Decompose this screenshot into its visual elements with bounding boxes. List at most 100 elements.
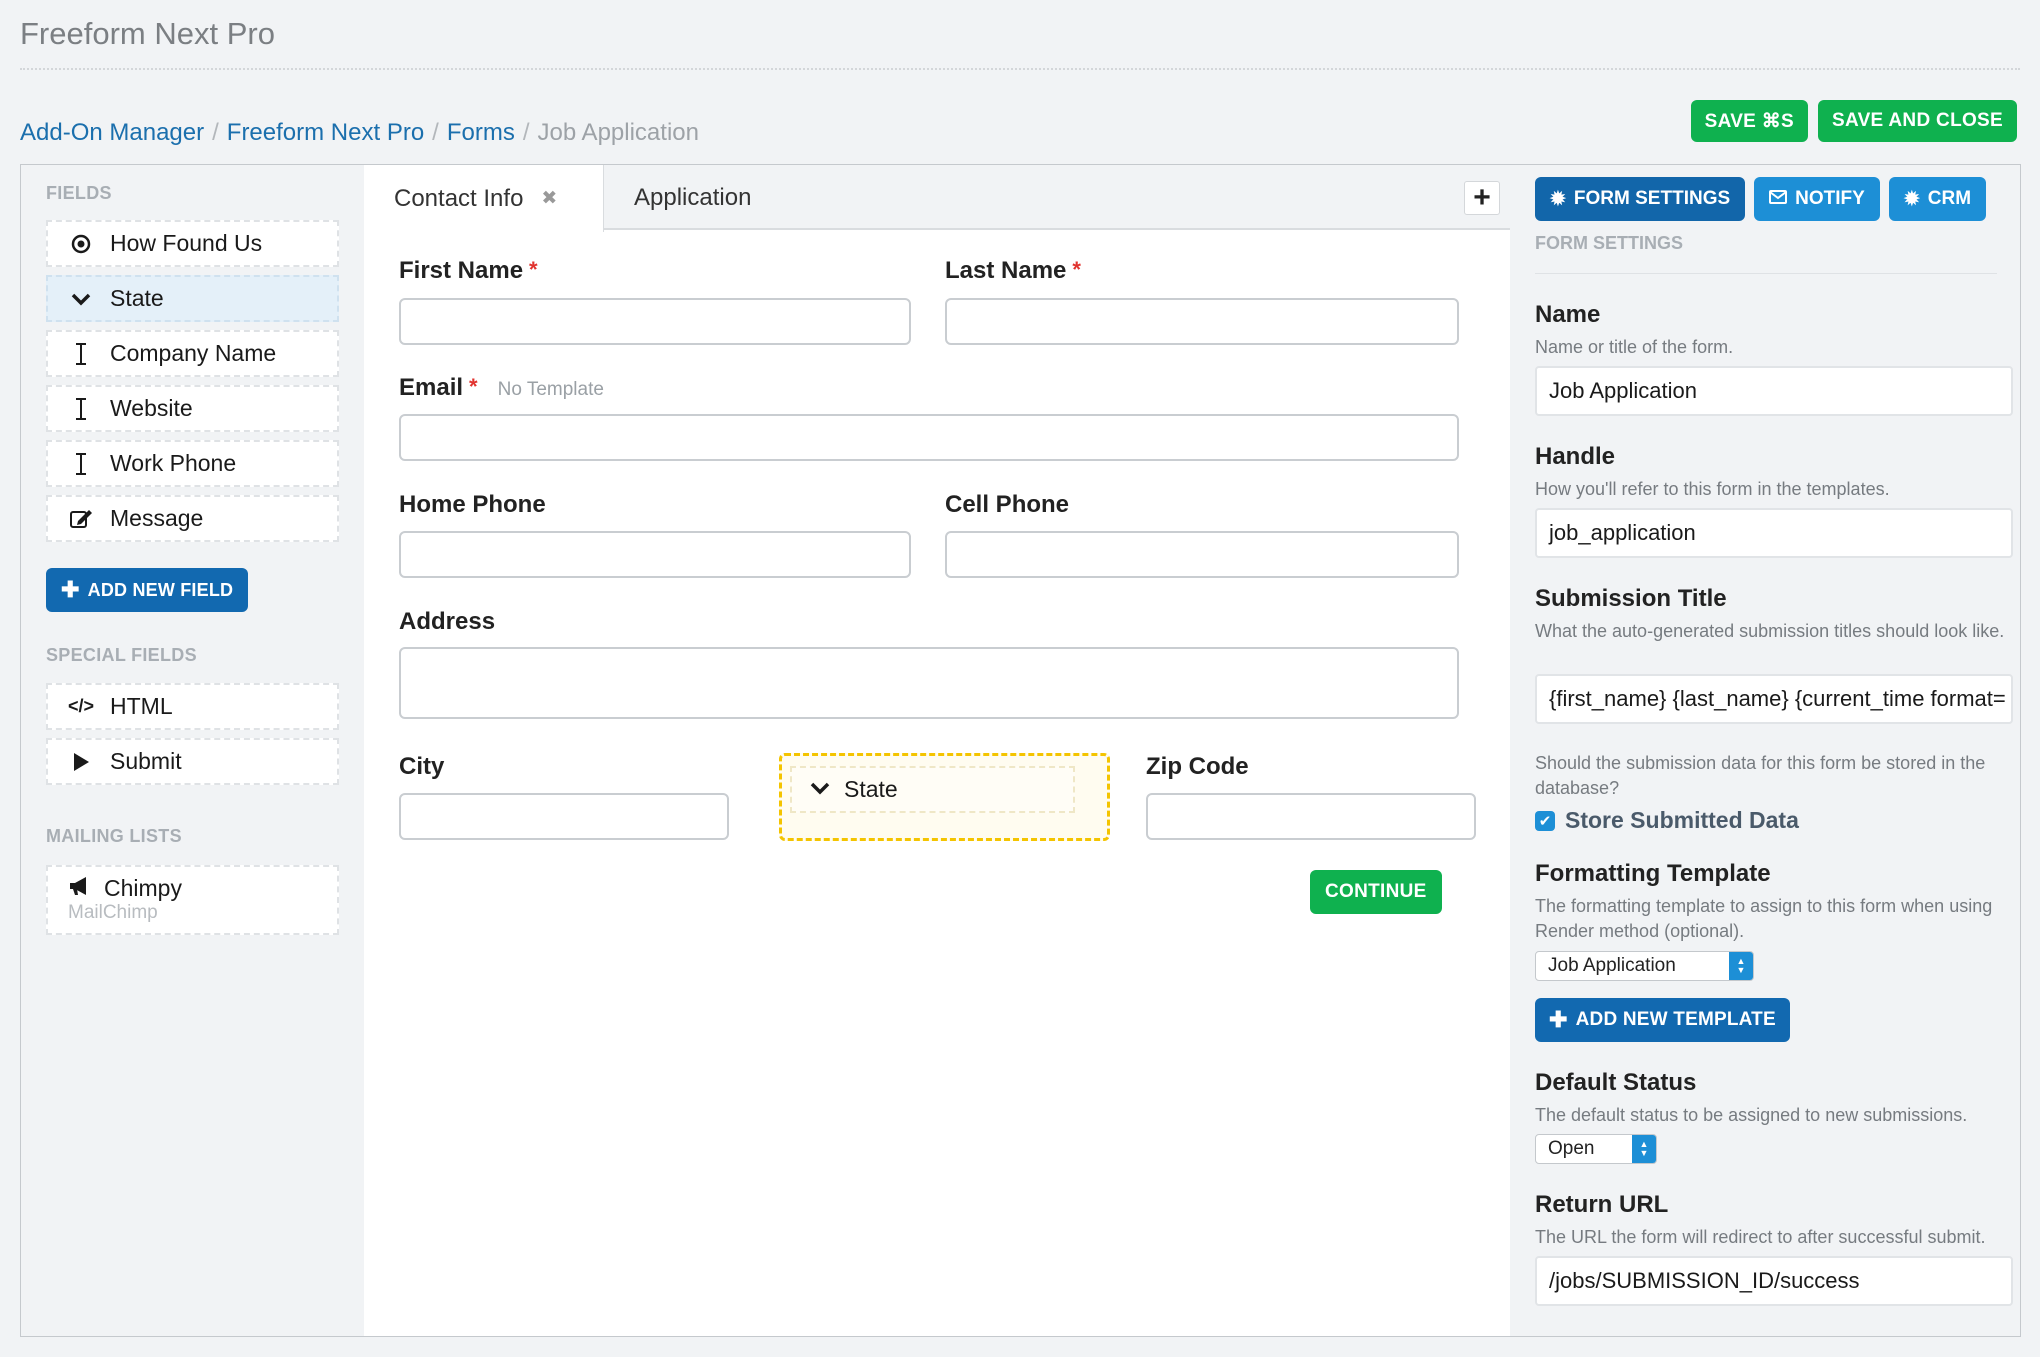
breadcrumb-addon-manager[interactable]: Add-On Manager [20,119,204,147]
field-label: Submit [110,748,182,774]
continue-button[interactable]: CONTINUE [1310,870,1442,914]
field-state[interactable]: State [46,275,339,322]
mailing-list-chimpy[interactable]: Chimpy MailChimp [46,865,339,935]
select-arrows-icon: ▲ ▼ [1729,952,1753,980]
breadcrumb-forms[interactable]: Forms [447,119,515,147]
add-page-button[interactable]: + [1464,181,1500,215]
return-url-input[interactable]: /jobs/SUBMISSION_ID/success [1535,1256,2013,1306]
tab-notify[interactable]: NOTIFY [1754,177,1880,221]
megaphone-icon [68,875,94,902]
tab-form-settings[interactable]: ✹ FORM SETTINGS [1535,177,1746,221]
email-template-note: No Template [497,379,604,400]
save-button[interactable]: SAVE ⌘S [1690,100,1808,142]
settings-divider [1535,273,1997,274]
default-status-label: Default Status [1535,1069,1697,1096]
return-url-help: The URL the form will redirect to after … [1535,1227,1986,1247]
default-status-value: Open [1548,1138,1595,1159]
radio-icon [68,234,94,254]
state-field-placeholder[interactable]: State [790,766,1075,813]
plus-icon: ✚ [61,577,80,602]
save-and-close-button[interactable]: SAVE AND CLOSE [1818,100,2017,142]
email-input[interactable] [399,414,1459,461]
state-drop-zone[interactable]: State [779,753,1110,841]
field-label: Website [110,395,193,421]
required-mark: * [529,257,538,282]
required-mark: * [469,374,478,399]
breadcrumb-separator: / [432,119,439,146]
breadcrumb: Add-On Manager / Freeform Next Pro / For… [20,119,699,147]
field-how-found-us[interactable]: How Found Us [46,220,339,267]
field-html[interactable]: </> HTML [46,683,339,730]
breadcrumb-separator: / [522,119,530,146]
field-website[interactable]: Website [46,385,339,432]
submission-title-label: Submission Title [1535,585,1727,612]
state-label: State [844,776,898,802]
app-title: Freeform Next Pro [20,16,275,51]
tab-label: FORM SETTINGS [1573,188,1731,209]
submission-title-input[interactable]: {first_name} {last_name} {current_time f… [1535,674,2013,724]
mailing-list-name: Chimpy [104,875,182,901]
store-data-option[interactable]: ✔ Store Submitted Data [1535,807,1799,834]
home-phone-label: Home Phone [399,491,546,518]
mailing-list: Chimpy MailChimp [46,865,339,935]
city-input[interactable] [399,793,729,840]
breadcrumb-current: Job Application [537,119,699,146]
email-label: Email * No Template [399,374,604,401]
home-phone-input[interactable] [399,531,911,578]
cell-phone-input[interactable] [945,531,1459,578]
formatting-template-select[interactable]: Job Application ▲ ▼ [1535,951,1754,981]
default-status-select[interactable]: Open ▲ ▼ [1535,1134,1657,1164]
envelope-icon [1769,188,1788,210]
field-list: How Found Us State Company Name Website [46,220,339,550]
field-label: How Found Us [110,230,263,256]
store-data-label: Store Submitted Data [1565,807,1799,833]
store-data-help: Should the submission data for this form… [1535,753,1986,799]
formatting-template-value: Job Application [1548,955,1676,976]
field-submit[interactable]: Submit [46,738,339,785]
city-label: City [399,753,445,780]
address-label: Address [399,608,496,635]
tab-application[interactable]: Application [614,165,751,230]
add-new-template-button[interactable]: ✚ ADD NEW TEMPLATE [1535,998,1790,1042]
select-arrows-icon: ▲ ▼ [1632,1135,1656,1163]
name-label: Name [1535,301,1601,328]
text-cursor-icon [68,397,94,421]
top-actions: SAVE ⌘S SAVE AND CLOSE [1690,100,2017,142]
field-message[interactable]: Message [46,495,339,542]
plus-icon: ✚ [1549,1007,1568,1032]
tab-contact-info[interactable]: Contact Info ✖ [364,165,604,232]
field-label: Message [110,505,204,531]
formatting-template-label: Formatting Template [1535,860,1771,887]
first-name-label: First Name * [399,257,538,284]
form-name-input[interactable]: Job Application [1535,366,2013,416]
close-icon[interactable]: ✖ [541,187,557,210]
mailing-lists-title: MAILING LISTS [46,826,182,846]
breadcrumb-freeform[interactable]: Freeform Next Pro [227,119,424,147]
field-company-name[interactable]: Company Name [46,330,339,377]
breadcrumb-separator: / [212,119,219,146]
last-name-input[interactable] [945,298,1459,345]
settings-tabs: ✹ FORM SETTINGS NOTIFY ✹ CRM [1535,177,1987,221]
checkbox-checked-icon[interactable]: ✔ [1535,810,1555,831]
address-input[interactable] [399,647,1459,719]
first-name-input[interactable] [399,298,911,345]
play-icon [68,752,94,772]
chevron-down-icon [68,292,94,306]
field-work-phone[interactable]: Work Phone [46,440,339,487]
zip-code-input[interactable] [1146,793,1476,840]
return-url-label: Return URL [1535,1191,1669,1218]
name-help: Name or title of the form. [1535,337,1734,357]
add-new-field-button[interactable]: ✚ ADD NEW FIELD [46,568,249,612]
form-handle-input[interactable]: job_application [1535,508,2013,558]
fields-panel: FIELDS How Found Us State Company Name W… [21,165,364,1336]
gear-icon: ✹ [1903,188,1920,210]
tab-crm[interactable]: ✹ CRM [1888,177,1987,221]
tab-label: CRM [1927,188,1972,209]
field-label: State [110,285,164,311]
formatting-template-help: The formatting template to assign to thi… [1535,896,1993,942]
chevron-down-icon [810,778,830,801]
page-tabs: Contact Info ✖ Application + [364,165,1510,232]
gear-icon: ✹ [1550,188,1566,210]
settings-panel: ✹ FORM SETTINGS NOTIFY ✹ CRM FORM SETTIN… [1510,165,2022,1336]
settings-section-title: FORM SETTINGS [1535,233,1683,253]
